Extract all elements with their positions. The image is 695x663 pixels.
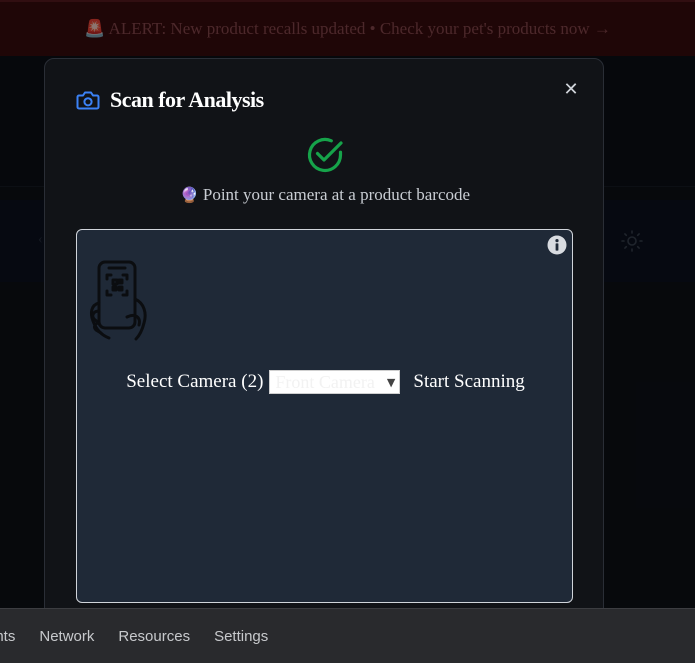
camera-select-value: Front Camera (275, 371, 375, 392)
phone-qr-scan-icon (89, 260, 147, 341)
tab-elements[interactable]: ents (0, 628, 27, 645)
devtools-tabbar: ents Network Resources Settings (0, 608, 695, 663)
scan-instruction: 🔮 Point your camera at a product barcode (45, 185, 605, 205)
modal-title: Scan for Analysis (110, 87, 264, 112)
scanner-panel: Select Camera (2) Front Camera ▼ Start S… (76, 229, 573, 603)
start-scanning-button[interactable]: Start Scanning (413, 371, 524, 393)
scan-controls: Select Camera (2) Front Camera ▼ Start S… (77, 370, 574, 394)
scan-modal: Scan for Analysis ✕ 🔮 Point your camera … (44, 58, 604, 618)
camera-select[interactable]: Front Camera ▼ (269, 370, 401, 394)
check-circle-icon (305, 135, 345, 175)
camera-icon (76, 91, 100, 110)
close-icon: ✕ (563, 78, 579, 100)
instruction-text: Point your camera at a product barcode (202, 185, 471, 204)
tab-resources[interactable]: Resources (106, 628, 202, 645)
tab-network[interactable]: Network (27, 628, 106, 645)
chevron-down-icon: ▼ (386, 375, 396, 389)
modal-title-row: Scan for Analysis (76, 87, 264, 113)
crystal-ball-icon: 🔮 (179, 186, 199, 204)
info-icon[interactable] (547, 235, 567, 255)
camera-select-label: Select Camera (2) (126, 371, 264, 392)
tab-settings[interactable]: Settings (202, 628, 280, 645)
close-button[interactable]: ✕ (561, 78, 581, 100)
